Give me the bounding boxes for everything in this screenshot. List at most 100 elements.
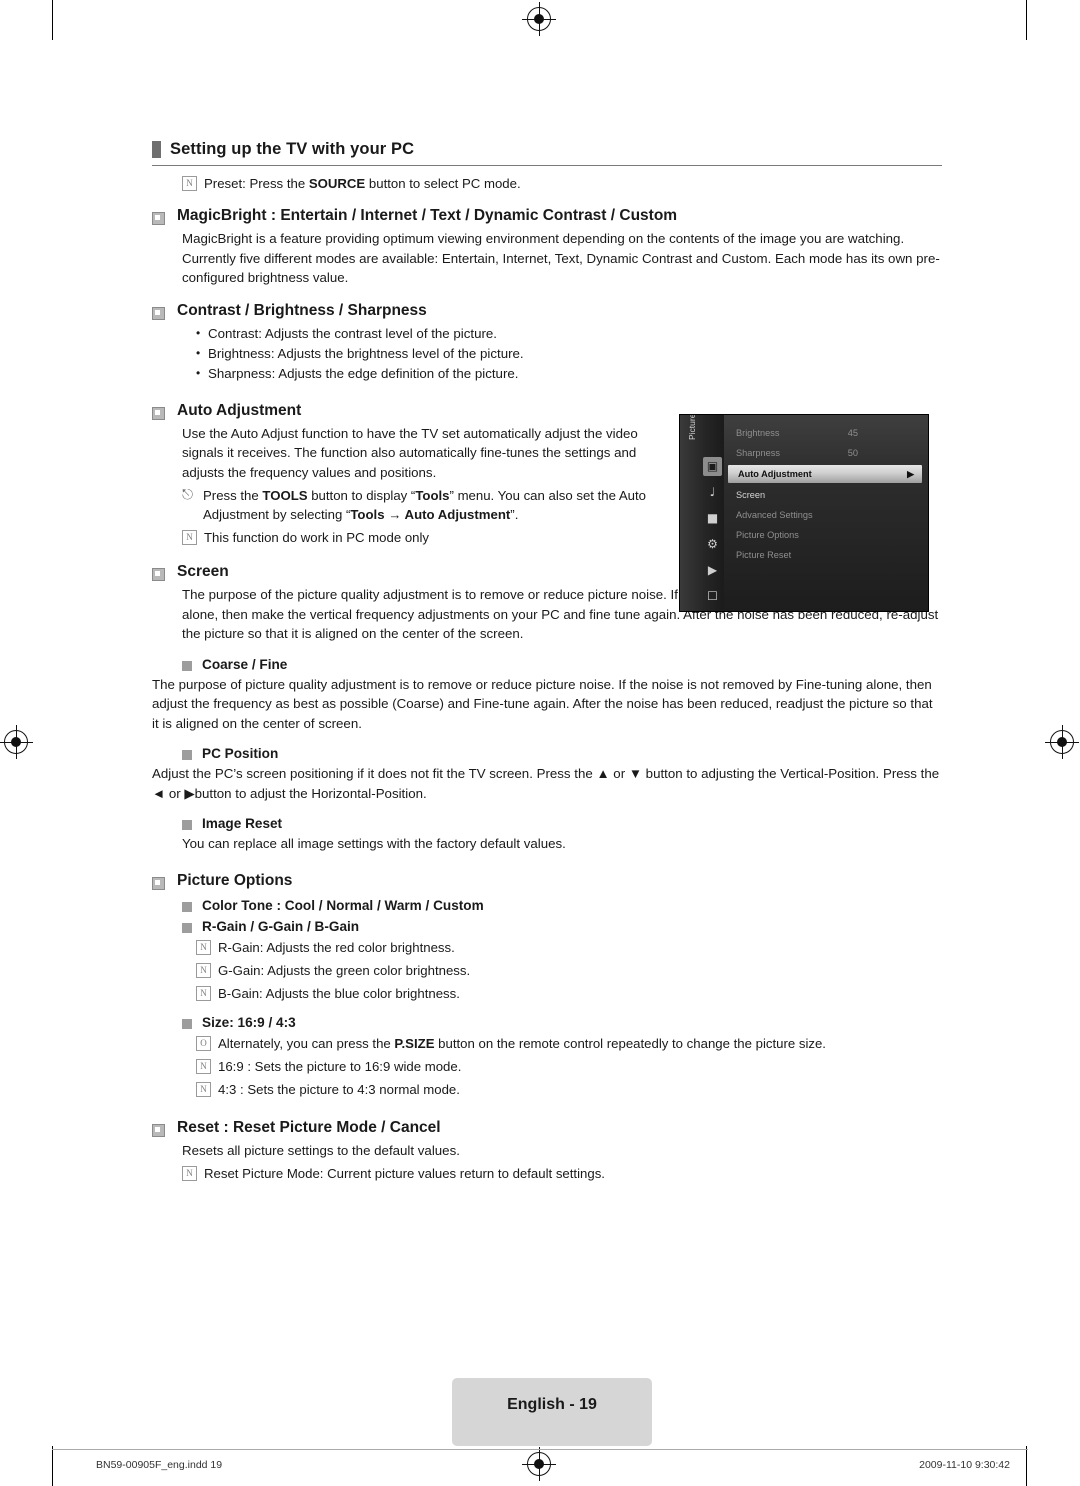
crop-mark-bottom-right xyxy=(1026,1446,1027,1486)
osd-row-screen[interactable]: Screen xyxy=(724,485,928,505)
size-note-43: N 4:3 : Sets the picture to 4:3 normal m… xyxy=(196,1080,942,1099)
osd-row-brightness[interactable]: Brightness 45 xyxy=(724,423,928,443)
bullet-square-icon xyxy=(152,876,165,890)
page-number-label: English - 19 xyxy=(507,1396,597,1413)
heading-magicbright: MagicBright : Entertain / Internet / Tex… xyxy=(152,207,942,225)
image-reset-body: You can replace all image settings with … xyxy=(182,836,566,851)
auto-adjustment-body: Use the Auto Adjust function to have the… xyxy=(182,425,638,480)
crop-mark-top-left xyxy=(52,0,53,40)
sub-bullet-square-icon xyxy=(182,922,192,933)
preset-note-text: Preset: Press the SOURCE button to selec… xyxy=(204,176,521,191)
bullet-square-icon xyxy=(152,406,165,420)
pc-position-body: Adjust the PC’s screen positioning if it… xyxy=(152,766,940,801)
gain-note-g-text: G-Gain: Adjusts the green color brightne… xyxy=(218,962,471,978)
coarse-fine-body: The purpose of picture quality adjustmen… xyxy=(152,676,933,731)
osd-label-sharpness: Sharpness xyxy=(736,448,780,458)
heading-picture-options: Picture Options xyxy=(152,872,942,890)
heading-contrast-text: Contrast / Brightness / Sharpness xyxy=(177,301,427,319)
note-icon: N xyxy=(182,1166,197,1181)
note-icon: N xyxy=(196,985,211,1001)
list-item: Brightness: Adjusts the brightness level… xyxy=(196,343,942,364)
footer-divider xyxy=(52,1449,1028,1450)
note-icon: N xyxy=(196,1081,211,1097)
title-accent-bar xyxy=(152,141,161,158)
tools-note-text: Press the TOOLS button to display “Tools… xyxy=(203,488,646,522)
osd-label-advanced-settings: Advanced Settings xyxy=(736,510,813,520)
footer-file-info: BN59-00905F_eng.indd 19 xyxy=(96,1459,223,1471)
heading-reset-text: Reset : Reset Picture Mode / Cancel xyxy=(177,1118,441,1136)
bullet-square-icon xyxy=(152,1123,165,1137)
heading-image-reset: Image Reset xyxy=(182,816,942,831)
support-menu-icon[interactable]: ☐ xyxy=(703,587,722,606)
sound-menu-icon[interactable]: ♩ xyxy=(703,483,722,502)
setup-menu-icon[interactable]: ⚙ xyxy=(703,535,722,554)
gain-note-b-text: B-Gain: Adjusts the blue color brightnes… xyxy=(218,985,460,1001)
heading-auto-adjustment-text: Auto Adjustment xyxy=(177,401,302,419)
osd-row-picture-reset[interactable]: Picture Reset xyxy=(724,545,928,565)
bullet-square-icon xyxy=(152,306,165,320)
tools-icon: ⎋ xyxy=(182,487,194,503)
heading-reset: Reset : Reset Picture Mode / Cancel xyxy=(152,1119,942,1137)
sub-bullet-square-icon xyxy=(182,660,192,671)
note-icon: N xyxy=(196,939,211,955)
note-icon: N xyxy=(196,962,211,978)
size-note-psize: O Alternately, you can press the P.SIZE … xyxy=(196,1034,942,1053)
heading-magicbright-text: MagicBright : Entertain / Internet / Tex… xyxy=(177,207,678,224)
size-note-psize-text: Alternately, you can press the P.SIZE bu… xyxy=(218,1035,826,1051)
gain-note-r-text: R-Gain: Adjusts the red color brightness… xyxy=(218,939,455,955)
registration-mark-bottom xyxy=(522,1447,556,1481)
sub-bullet-square-icon xyxy=(182,820,192,830)
picture-menu-icon[interactable]: ▣ xyxy=(703,457,722,476)
osd-label-picture-options: Picture Options xyxy=(736,530,799,540)
osd-row-advanced-settings[interactable]: Advanced Settings xyxy=(724,505,928,525)
note-icon: N xyxy=(182,176,197,191)
osd-row-picture-options[interactable]: Picture Options xyxy=(724,525,928,545)
tools-note: ⎋ Press the TOOLS button to display “Too… xyxy=(182,486,652,524)
osd-label-brightness: Brightness xyxy=(736,428,780,438)
heading-screen-text: Screen xyxy=(177,563,229,580)
page-content: Setting up the TV with your PC N Preset:… xyxy=(152,140,942,1185)
section-title-text: Setting up the TV with your PC xyxy=(170,140,415,158)
heading-color-tone-text: Color Tone : Cool / Normal / Warm / Cust… xyxy=(202,897,484,913)
reset-note-text: Reset Picture Mode: Current picture valu… xyxy=(204,1166,605,1181)
heading-color-tone: Color Tone : Cool / Normal / Warm / Cust… xyxy=(182,898,942,913)
heading-size: Size: 16:9 / 4:3 xyxy=(182,1015,942,1030)
osd-screenshot: Picture ▣ ♩ ■ ⚙ ▶ ☐ Brightness 45 Sharpn… xyxy=(680,415,928,611)
list-item: Sharpness: Adjusts the edge definition o… xyxy=(196,363,942,384)
osd-rail-label: Picture xyxy=(687,415,697,440)
sub-bullet-square-icon xyxy=(182,1018,192,1029)
heading-pc-position-text: PC Position xyxy=(202,746,279,761)
page-number-tab: English - 19 xyxy=(452,1378,652,1446)
heading-picture-options-text: Picture Options xyxy=(177,871,293,889)
heading-pc-position: PC Position xyxy=(182,746,942,761)
note-icon: O xyxy=(196,1035,211,1051)
heading-coarse-fine-text: Coarse / Fine xyxy=(202,656,288,672)
input-menu-icon[interactable]: ▶ xyxy=(703,561,722,580)
crop-mark-bottom-left xyxy=(52,1446,53,1486)
osd-label-picture-reset: Picture Reset xyxy=(736,550,792,560)
pc-mode-note-text: This function do work in PC mode only xyxy=(204,530,430,545)
osd-label-auto-adjustment: Auto Adjustment xyxy=(738,469,812,479)
registration-mark-right xyxy=(1045,725,1079,759)
preset-note: N Preset: Press the SOURCE button to sel… xyxy=(182,174,942,193)
osd-left-rail: Picture ▣ ♩ ■ ⚙ ▶ ☐ xyxy=(680,415,724,611)
osd-row-sharpness[interactable]: Sharpness 50 xyxy=(724,443,928,463)
contrast-bullet-list: Contrast: Adjusts the contrast level of … xyxy=(196,323,942,384)
osd-body: Brightness 45 Sharpness 50 Auto Adjustme… xyxy=(724,415,928,611)
size-note-169-text: 16:9 : Sets the picture to 16:9 wide mod… xyxy=(218,1058,462,1074)
crop-mark-top-right xyxy=(1026,0,1027,40)
size-note-169: N 16:9 : Sets the picture to 16:9 wide m… xyxy=(196,1057,942,1076)
osd-row-auto-adjustment[interactable]: Auto Adjustment ▶ xyxy=(728,465,922,483)
bullet-square-icon xyxy=(152,212,165,225)
chevron-right-icon: ▶ xyxy=(907,469,914,479)
registration-mark-top xyxy=(522,2,556,36)
channel-menu-icon[interactable]: ■ xyxy=(703,509,722,528)
note-icon: N xyxy=(182,530,197,545)
heading-coarse-fine: Coarse / Fine xyxy=(182,657,942,672)
bullet-square-icon xyxy=(152,568,165,581)
size-note-43-text: 4:3 : Sets the picture to 4:3 normal mod… xyxy=(218,1081,460,1097)
heading-gains: R-Gain / G-Gain / B-Gain xyxy=(182,919,942,934)
list-item: Contrast: Adjusts the contrast level of … xyxy=(196,323,942,344)
heading-contrast: Contrast / Brightness / Sharpness xyxy=(152,302,942,320)
manual-page: Setting up the TV with your PC N Preset:… xyxy=(0,0,1080,1486)
